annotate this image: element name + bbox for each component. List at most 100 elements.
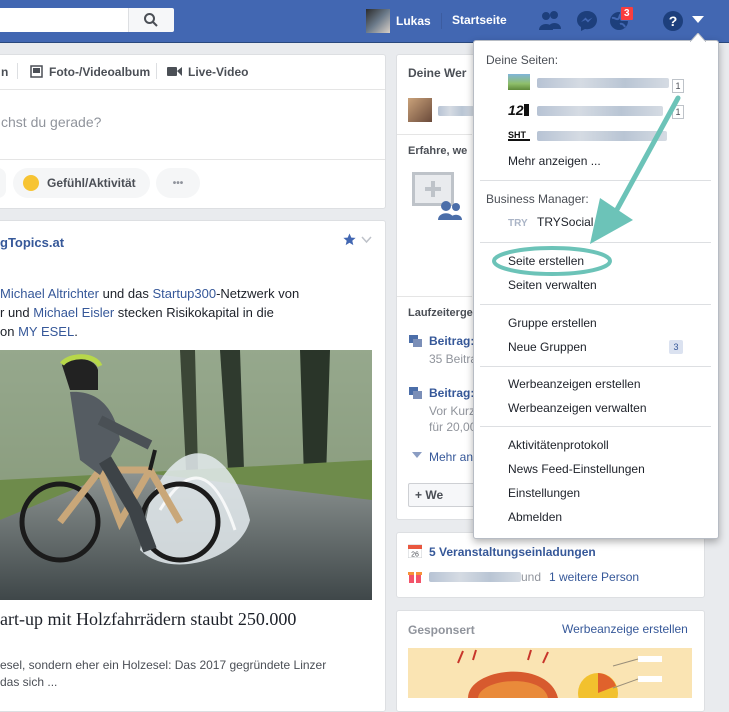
add-button-label: + We: [415, 488, 444, 502]
event-invitations-link[interactable]: 5 Veranstaltungseinladungen: [429, 545, 596, 559]
svg-text:TRY: TRY: [508, 218, 528, 229]
news-feed-settings-item[interactable]: News Feed-Einstellungen: [508, 462, 645, 476]
blurred-page-name: [438, 106, 474, 116]
page-notification-count: 1: [672, 105, 684, 119]
settings-item[interactable]: Einstellungen: [508, 486, 580, 500]
mention-michael-altrichter[interactable]: Michael Altrichter: [0, 286, 99, 301]
gift-icon: [408, 572, 422, 583]
tab-live-video[interactable]: Live-Video: [188, 65, 248, 79]
tab-photo-video-album[interactable]: Foto-/Videoalbum: [49, 65, 150, 79]
page-thumbnail[interactable]: [508, 74, 530, 90]
post-text-fragment: -Netzwerk von: [216, 286, 300, 301]
create-page-illustration-icon: [412, 172, 462, 220]
learn-more-label: Erfahre, we: [408, 145, 468, 157]
post-link-description: esel, sondern eher ein Holzesel: Das 201…: [0, 657, 326, 691]
sponsored-ad-image[interactable]: [408, 648, 692, 698]
create-page-item[interactable]: Seite erstellen: [508, 254, 584, 268]
page-thumbnail[interactable]: SHT: [508, 128, 530, 144]
blurred-page-name[interactable]: [537, 78, 669, 88]
runtime-results-label: Laufzeitergeb: [408, 307, 480, 319]
menu-divider: [480, 304, 711, 305]
menu-divider: [480, 180, 711, 181]
post-text: Michael Altrichter und das Startup300-Ne…: [0, 284, 372, 341]
post-text-fragment: r und: [0, 305, 34, 320]
account-menu-arrow-icon[interactable]: [692, 15, 704, 25]
promoted-post-icon: [409, 335, 422, 347]
post-image-bike-splash[interactable]: [0, 350, 372, 600]
post-author[interactable]: gTopics.at: [0, 235, 64, 250]
live-video-icon: [167, 67, 182, 76]
mention-my-esel[interactable]: MY ESEL: [18, 324, 74, 339]
feeling-activity-label: Gefühl/Aktivität: [47, 176, 136, 190]
blurred-person-name: [429, 572, 521, 582]
one-more-person-link[interactable]: 1 weitere Person: [549, 570, 639, 584]
page-logo-icon: SHT: [508, 130, 530, 141]
chevron-down-icon[interactable]: [361, 236, 372, 244]
business-manager-header: Business Manager:: [486, 192, 589, 206]
desc-line: esel, sondern eher ein Holzesel: Das 201…: [0, 658, 327, 672]
mention-startup300[interactable]: Startup300: [152, 286, 216, 301]
show-more-link[interactable]: Mehr an: [429, 450, 473, 464]
feeling-activity-button[interactable]: Gefühl/Aktivität: [13, 168, 150, 198]
profile-name: Lukas: [396, 14, 431, 28]
friend-requests-icon[interactable]: [538, 10, 562, 32]
pages-card-title: Deine Wer: [408, 66, 467, 80]
search-button[interactable]: [128, 8, 174, 32]
menu-divider: [480, 426, 711, 427]
manage-ads-item[interactable]: Werbeanzeigen verwalten: [508, 401, 647, 415]
page-thumbnail[interactable]: 12: [508, 102, 530, 118]
create-ad-link[interactable]: Werbeanzeige erstellen: [562, 622, 688, 636]
promoted-post-1-stat: 35 Beitra: [429, 352, 478, 366]
create-group-item[interactable]: Gruppe erstellen: [508, 316, 597, 330]
menu-divider: [480, 242, 711, 243]
menu-caret: [690, 33, 706, 42]
tab-post-partial[interactable]: n: [1, 65, 8, 79]
pill-partial[interactable]: [0, 168, 6, 198]
profile-link[interactable]: Lukas: [366, 9, 431, 33]
post-link-headline[interactable]: art-up mit Holzfahrrädern staubt 250.000: [0, 609, 296, 630]
blurred-page-name[interactable]: [537, 106, 663, 116]
promoted-post-2-title[interactable]: Beitrag:: [429, 386, 474, 400]
photo-album-icon: [30, 65, 43, 78]
svg-text:26: 26: [411, 552, 419, 559]
manage-pages-item[interactable]: Seiten verwalten: [508, 278, 597, 292]
star-icon[interactable]: [343, 233, 356, 246]
events-card: [396, 532, 705, 598]
blurred-page-name[interactable]: [537, 131, 667, 141]
composer-placeholder[interactable]: chst du gerade?: [1, 114, 101, 130]
svg-text:?: ?: [669, 13, 678, 29]
activity-log-item[interactable]: Aktivitätenprotokoll: [508, 438, 609, 452]
post-timestamp[interactable]: [0, 254, 4, 262]
new-groups-count-badge: 3: [669, 340, 683, 354]
composer-tabs: n Foto-/Videoalbum Live-Video: [0, 55, 385, 90]
page-notification-count: 1: [672, 79, 684, 93]
desc-line: das sich ...: [0, 675, 58, 689]
svg-text:SHT: SHT: [508, 130, 527, 140]
notification-count-badge: 3: [620, 6, 634, 21]
page-thumbnail[interactable]: [408, 98, 432, 122]
top-navigation-bar: Lukas Startseite 3 ?: [0, 0, 729, 43]
logout-item[interactable]: Abmelden: [508, 510, 562, 524]
calendar-icon: 26: [408, 544, 422, 558]
search-icon: [144, 13, 158, 27]
show-more-pages-link[interactable]: Mehr anzeigen ...: [508, 154, 601, 168]
post-text-fragment: stecken Risikokapital in die: [114, 305, 274, 320]
create-ads-item[interactable]: Werbeanzeigen erstellen: [508, 377, 641, 391]
smiley-icon: [23, 175, 39, 191]
more-options-button[interactable]: •••: [156, 168, 200, 198]
promoted-post-2-detail: Vor Kurz: [429, 404, 476, 418]
messenger-icon[interactable]: [576, 10, 598, 32]
promoted-post-2-budget: für 20,00: [429, 420, 477, 434]
help-icon[interactable]: ?: [662, 10, 684, 32]
mention-michael-eisler[interactable]: Michael Eisler: [33, 305, 114, 320]
post-text-fragment: .: [74, 324, 78, 339]
business-manager-trysocial[interactable]: TRYSocial: [537, 215, 593, 229]
menu-divider: [480, 366, 711, 367]
promoted-post-1-title[interactable]: Beitrag:: [429, 334, 474, 348]
post-text-fragment: und das: [98, 286, 153, 301]
events-and-text: und: [521, 570, 542, 584]
new-groups-item[interactable]: Neue Gruppen: [508, 340, 587, 354]
avatar: [366, 9, 390, 33]
svg-text:12: 12: [508, 102, 524, 118]
home-link[interactable]: Startseite: [452, 13, 507, 27]
